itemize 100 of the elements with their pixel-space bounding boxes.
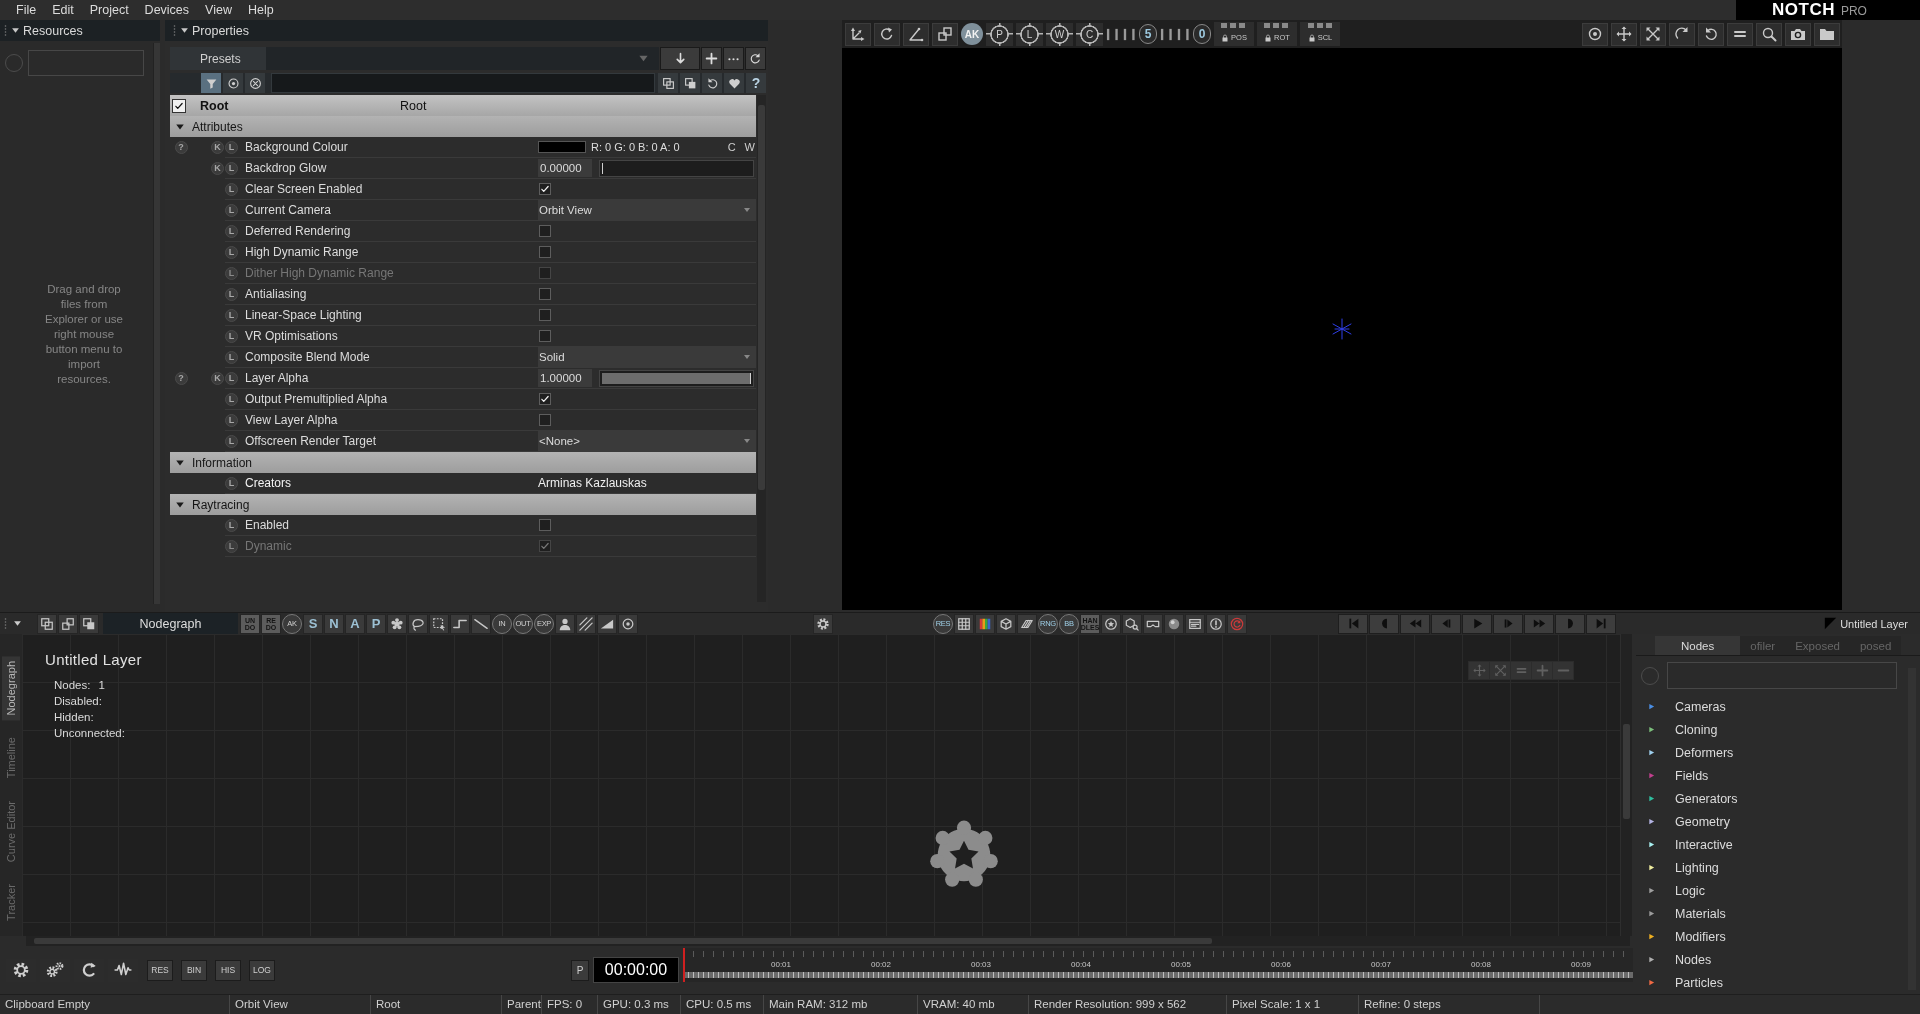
link-button[interactable]: L	[225, 308, 238, 322]
filter-button[interactable]	[201, 73, 221, 93]
window-button[interactable]	[1185, 613, 1205, 634]
select-box-button[interactable]	[429, 613, 449, 634]
checkbox[interactable]	[539, 414, 551, 426]
side-tab[interactable]: Nodegraph	[2, 656, 20, 721]
counter-button[interactable]: 5	[1139, 24, 1157, 44]
menu-item[interactable]: View	[197, 1, 240, 19]
menu-item[interactable]: File	[8, 1, 45, 19]
link-button[interactable]: L	[225, 434, 238, 448]
layers-button[interactable]	[1017, 613, 1037, 634]
keyframe-button[interactable]: K	[211, 372, 224, 385]
squares-button[interactable]	[58, 613, 78, 634]
category-item[interactable]: Modifiers	[1641, 925, 1908, 948]
diagonal-line-button[interactable]	[471, 613, 491, 634]
caret-down-icon[interactable]	[13, 619, 22, 628]
gear-node-icon[interactable]	[929, 820, 999, 890]
caret-down-icon[interactable]	[180, 26, 189, 35]
grip-icon[interactable]	[4, 617, 7, 630]
search-field[interactable]	[28, 50, 144, 76]
arrow-down-button[interactable]	[660, 47, 701, 70]
skip-start-button[interactable]	[1338, 613, 1368, 634]
hatch-button[interactable]	[576, 613, 596, 634]
target-button[interactable]: L	[1016, 22, 1043, 46]
cube-button[interactable]	[996, 613, 1016, 634]
rotate-left-button[interactable]	[1698, 22, 1724, 46]
checkbox[interactable]	[172, 98, 186, 113]
category-item[interactable]: Materials	[1641, 902, 1908, 925]
squares-button[interactable]	[932, 22, 958, 46]
category-item[interactable]: Interactive	[1641, 833, 1908, 856]
slider-track[interactable]	[599, 159, 754, 177]
settings-button[interactable]	[813, 613, 833, 634]
category-item[interactable]: Generators	[1641, 787, 1908, 810]
link-button[interactable]: L	[225, 518, 238, 532]
panel-button[interactable]: RES	[147, 959, 173, 981]
axes-button[interactable]	[845, 22, 871, 46]
goggles-button[interactable]	[1143, 613, 1163, 634]
keyframe-button[interactable]: K	[211, 162, 224, 175]
checkbox[interactable]	[539, 309, 551, 321]
plus-button[interactable]	[701, 47, 723, 70]
search-button[interactable]	[1756, 22, 1782, 46]
link-button[interactable]: L	[225, 476, 238, 490]
number-field[interactable]: 0.00000	[538, 159, 592, 177]
section-header[interactable]: Raytracing	[170, 494, 756, 515]
refresh-button[interactable]	[745, 47, 766, 70]
scrollbar[interactable]	[26, 936, 1630, 946]
warning-button[interactable]	[1206, 613, 1226, 634]
rotate-right-button[interactable]	[1669, 22, 1695, 46]
checkbox[interactable]	[539, 519, 551, 531]
checkbox[interactable]	[539, 288, 551, 300]
help-button[interactable]: ?	[174, 141, 188, 154]
help-button[interactable]: ?	[746, 73, 766, 93]
section-header[interactable]: Attributes	[170, 116, 756, 137]
dropdown[interactable]: <None>	[538, 431, 756, 451]
paste-button[interactable]	[680, 73, 700, 93]
panel-button[interactable]: BIN	[181, 959, 207, 981]
panel-button[interactable]: LOG	[249, 959, 275, 981]
channel-button[interactable]: W	[744, 140, 755, 154]
target-button[interactable]: C	[1076, 22, 1103, 46]
angle-button[interactable]	[903, 22, 929, 46]
category-item[interactable]: Nodes	[1641, 948, 1908, 971]
camera-button[interactable]	[1785, 22, 1811, 46]
link-button[interactable]: L	[225, 224, 238, 238]
lasso-button[interactable]	[408, 613, 428, 634]
target-button[interactable]: P	[986, 22, 1013, 46]
grid-button[interactable]	[954, 613, 974, 634]
scrollbar[interactable]	[1620, 634, 1632, 936]
category-item[interactable]: Lighting	[1641, 856, 1908, 879]
person-button[interactable]	[555, 613, 575, 634]
keyframe-button[interactable]: K	[211, 141, 224, 154]
link-button[interactable]: L	[225, 287, 238, 301]
link-button[interactable]: L	[225, 161, 238, 175]
presets-dropdown[interactable]: Presets	[170, 47, 660, 70]
triangle-button[interactable]	[597, 613, 617, 634]
search-field[interactable]	[1667, 662, 1897, 689]
menu-item[interactable]: Project	[81, 1, 137, 19]
paste-button[interactable]	[79, 613, 99, 634]
menu-item[interactable]: Edit	[44, 1, 82, 19]
timeline-ruler[interactable]: 00:01 00:02 00:03 00:04 00:05 00:06 00:07 00:08 00:09	[683, 948, 1633, 982]
menu-item[interactable]: Devices	[136, 1, 198, 19]
link-button[interactable]: L	[225, 371, 238, 385]
copy-button[interactable]	[37, 613, 57, 634]
tool-button[interactable]: S	[303, 613, 323, 634]
category-item[interactable]: Fields	[1641, 764, 1908, 787]
link-button[interactable]: L	[225, 245, 238, 259]
counter-button[interactable]: 0	[1193, 24, 1211, 44]
color-swatch[interactable]	[538, 141, 586, 153]
category-item[interactable]: Particles	[1641, 971, 1908, 994]
target-button[interactable]	[1582, 22, 1608, 46]
mode-button[interactable]: P	[571, 959, 589, 981]
category-item[interactable]: Logic	[1641, 879, 1908, 902]
link-button[interactable]: L	[225, 350, 238, 364]
link-button[interactable]: L	[225, 413, 238, 427]
help-button[interactable]: ?	[174, 372, 188, 385]
filter-field[interactable]	[271, 73, 655, 93]
heart-button[interactable]	[724, 73, 744, 93]
more-button[interactable]	[723, 47, 745, 70]
link-button[interactable]: L	[225, 329, 238, 343]
number-field[interactable]: 1.00000	[538, 369, 592, 387]
tab[interactable]: Nodes	[1655, 636, 1741, 655]
